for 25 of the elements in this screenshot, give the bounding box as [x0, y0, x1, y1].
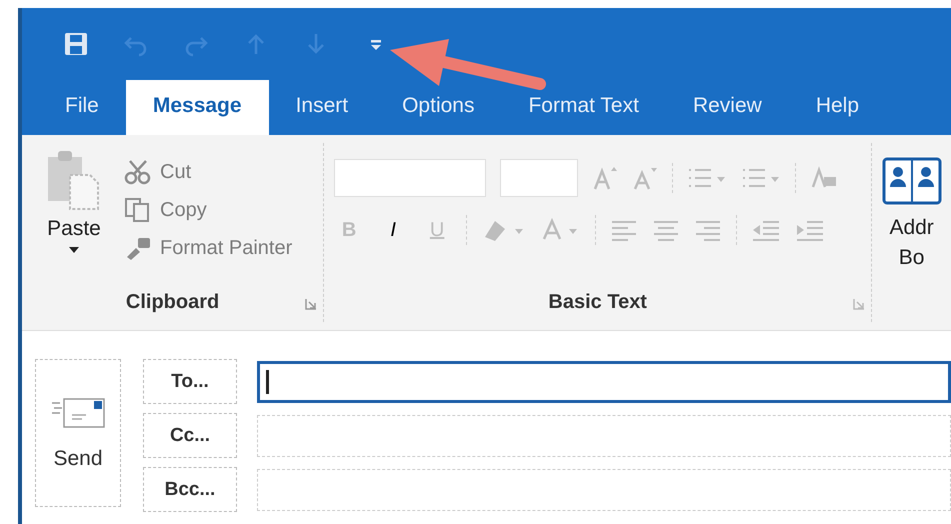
ribbon-tab[interactable]: Help: [788, 80, 886, 135]
font-grow-icon[interactable]: [592, 165, 618, 191]
font-name-field[interactable]: [334, 159, 486, 197]
font-size-field[interactable]: [500, 159, 578, 197]
dialog-launcher-icon[interactable]: [853, 298, 866, 310]
group-label: Basic Text: [548, 290, 647, 314]
input-field[interactable]: [257, 360, 951, 402]
recipient-button[interactable]: Bcc...: [143, 467, 237, 512]
ribbon-tab[interactable]: Message: [126, 80, 269, 135]
caret-icon: [69, 247, 79, 253]
address-book-icon: [882, 157, 942, 205]
recipient-button[interactable]: Cc...: [143, 413, 237, 458]
ribbon-tab[interactable]: File: [38, 80, 126, 135]
save-icon[interactable]: [62, 30, 90, 58]
ribbon-tab[interactable]: Insert: [268, 80, 376, 135]
address-book-button[interactable]: Addr Bo: [872, 135, 951, 330]
font-shrink-icon[interactable]: [632, 165, 658, 191]
ribbon-tab[interactable]: Format Text: [501, 80, 666, 135]
dialog-launcher-icon[interactable]: [305, 298, 318, 310]
recipient-button[interactable]: To...: [143, 359, 237, 404]
ribbon-tab[interactable]: Review: [666, 80, 789, 135]
group-label: Clipboard: [126, 290, 220, 314]
send-button[interactable]: Send: [35, 359, 121, 507]
paste-button[interactable]: Paste: [36, 143, 112, 282]
ribbon-tab[interactable]: Options: [375, 80, 502, 135]
